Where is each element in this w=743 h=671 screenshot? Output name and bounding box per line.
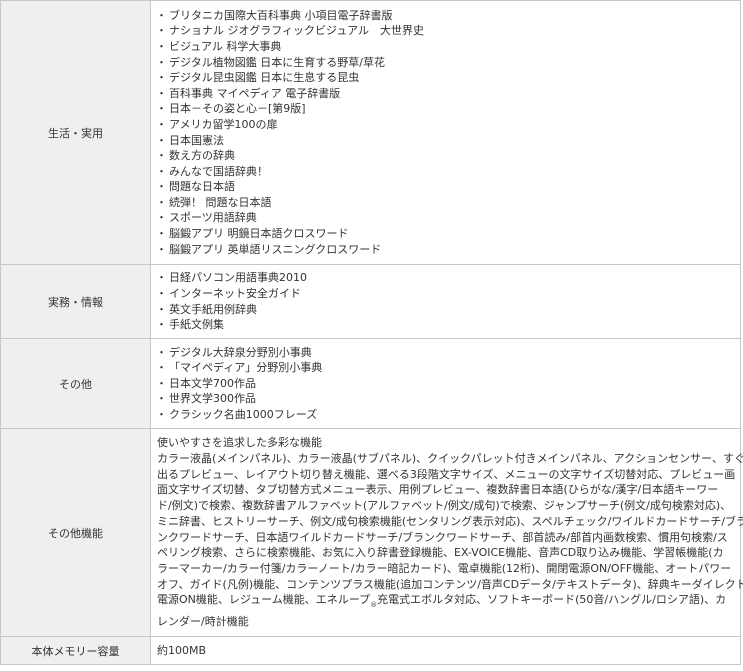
features-line: 使いやすさを追求した多彩な機能 [157, 436, 322, 450]
features-line: 電源ON機能、レジューム機能、エネループ®充電式エボルタ対応、ソフトキーボード(… [157, 592, 734, 614]
dictionary-item: クラシック名曲1000フレーズ [156, 407, 734, 423]
dictionary-item: ナショナル ジオグラフィックビジュアル 大世界史 [156, 23, 734, 39]
row-business: 実務・情報 日経パソコン用語事典2010インターネット安全ガイド英文手紙用例辞典… [0, 264, 741, 339]
dictionary-item: 百科事典 マイペディア 電子辞書版 [156, 86, 734, 102]
row-label-features: その他機能 [0, 428, 151, 637]
dictionary-list-life: ブリタニカ国際大百科事典 小項目電子辞書版ナショナル ジオグラフィックビジュアル… [156, 8, 734, 258]
row-value-memory: 約100MB [150, 636, 741, 665]
dictionary-item: デジタル昆虫図鑑 日本に生息する昆虫 [156, 70, 734, 86]
features-line: レンダー/時計機能 [157, 615, 249, 629]
row-value-other: デジタル大辞泉分野別小事典「マイペディア」分野別小事典日本文学700作品世界文学… [150, 338, 741, 429]
dictionary-item: 日本－その姿と心－[第9版] [156, 101, 734, 117]
dictionary-list-business: 日経パソコン用語事典2010インターネット安全ガイド英文手紙用例辞典手紙文例集 [156, 270, 734, 333]
features-line: 面文字サイズ切替、タブ切替方式メニュー表示、用例プレビュー、複数辞書日本語(ひら… [157, 483, 719, 497]
features-line: 出るプレビュー、レイアウト切り替え機能、選べる3段階文字サイズ、メニューの文字サ… [157, 467, 736, 481]
dictionary-item: 脳鍛アプリ 明鏡日本語クロスワード [156, 226, 734, 242]
dictionary-item: 英文手紙用例辞典 [156, 302, 734, 318]
dictionary-item: 日経パソコン用語事典2010 [156, 270, 734, 286]
features-line: ンクワードサーチ、日本語ワイルドカードサーチ/ブランクワードサーチ、部首読み/部… [157, 530, 728, 544]
features-description: 使いやすさを追求した多彩な機能 カラー液晶(メインパネル)、カラー液晶(サブパネ… [157, 435, 743, 629]
row-other: その他 デジタル大辞泉分野別小事典「マイペディア」分野別小事典日本文学700作品… [0, 338, 741, 429]
dictionary-item: アメリカ留学100の扉 [156, 117, 734, 133]
dictionary-item: 世界文学300作品 [156, 391, 734, 407]
features-text: 充電式エボルタ対応、ソフトキーボード(50音/ハングル/ロシア語)、カ [377, 593, 727, 607]
row-value-business: 日経パソコン用語事典2010インターネット安全ガイド英文手紙用例辞典手紙文例集 [150, 264, 741, 339]
dictionary-item: みんなで国語辞典！ [156, 164, 734, 180]
features-line: カラー液晶(メインパネル)、カラー液晶(サブパネル)、クイックパレット付きメイン… [157, 451, 743, 465]
row-memory: 本体メモリー容量 約100MB [0, 636, 741, 665]
dictionary-item: 脳鍛アプリ 英単語リスニングクロスワード [156, 242, 734, 258]
row-life: 生活・実用 ブリタニカ国際大百科事典 小項目電子辞書版ナショナル ジオグラフィッ… [0, 0, 741, 265]
dictionary-item: デジタル植物図鑑 日本に生育する野草/草花 [156, 55, 734, 71]
row-label-life: 生活・実用 [0, 0, 151, 265]
dictionary-item: 手紙文例集 [156, 317, 734, 333]
dictionary-item: インターネット安全ガイド [156, 286, 734, 302]
row-value-features: 使いやすさを追求した多彩な機能 カラー液晶(メインパネル)、カラー液晶(サブパネ… [150, 428, 743, 637]
row-label-business: 実務・情報 [0, 264, 151, 339]
dictionary-item: 日本国憲法 [156, 133, 734, 149]
dictionary-item: ビジュアル 科学大事典 [156, 39, 734, 55]
dictionary-item: デジタル大辞泉分野別小事典 [156, 345, 734, 361]
row-features: その他機能 使いやすさを追求した多彩な機能 カラー液晶(メインパネル)、カラー液… [0, 428, 743, 637]
dictionary-item: スポーツ用語辞典 [156, 210, 734, 226]
dictionary-item: 続弾！ 問題な日本語 [156, 195, 734, 211]
row-value-life: ブリタニカ国際大百科事典 小項目電子辞書版ナショナル ジオグラフィックビジュアル… [150, 0, 741, 265]
dictionary-list-other: デジタル大辞泉分野別小事典「マイペディア」分野別小事典日本文学700作品世界文学… [156, 345, 734, 423]
row-label-other: その他 [0, 338, 151, 429]
features-line: ペリング検索、さらに検索機能、お気に入り辞書登録機能、EX-VOICE機能、音声… [157, 546, 724, 560]
dictionary-item: 数え方の辞典 [156, 148, 734, 164]
features-line: ラーマーカー/カラー付箋/カラーノート/カラー暗記カード)、電卓機能(12桁)、… [157, 561, 732, 575]
spec-table: 生活・実用 ブリタニカ国際大百科事典 小項目電子辞書版ナショナル ジオグラフィッ… [0, 0, 743, 665]
features-line: ミニ辞書、ヒストリーサーチ、例文/成句検索機能(センタリング表示対応)、スペルチ… [157, 514, 743, 528]
row-label-memory: 本体メモリー容量 [0, 636, 151, 665]
features-text: 電源ON機能、レジューム機能、エネループ [157, 593, 371, 607]
dictionary-item: 「マイペディア」分野別小事典 [156, 360, 734, 376]
features-line: ド/例文)で検索、複数辞書アルファベット(アルファベット/例文/成句)で検索、ジ… [157, 499, 732, 513]
features-line: オフ、ガイド(凡例)機能、コンテンツプラス機能(追加コンテンツ/音声CDデータ/… [157, 577, 743, 591]
dictionary-item: ブリタニカ国際大百科事典 小項目電子辞書版 [156, 8, 734, 24]
dictionary-item: 日本文学700作品 [156, 376, 734, 392]
dictionary-item: 問題な日本語 [156, 179, 734, 195]
